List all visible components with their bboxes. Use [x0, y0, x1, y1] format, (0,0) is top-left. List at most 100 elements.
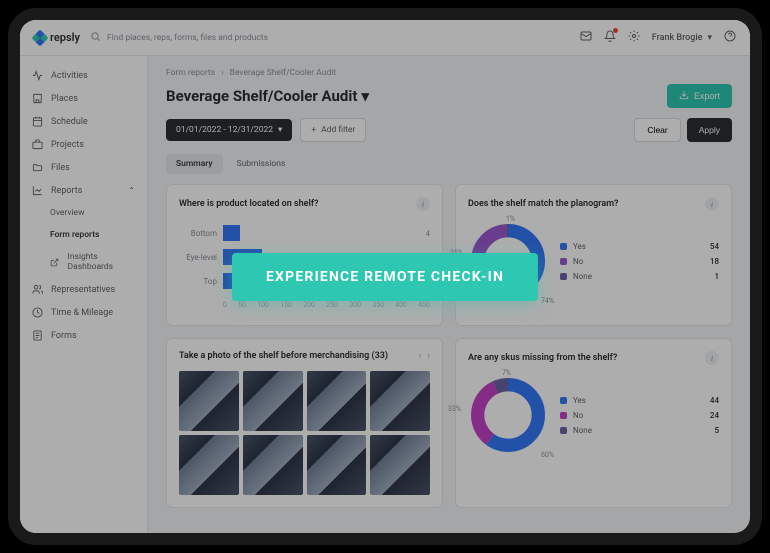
brand-logo[interactable]: repsly [34, 31, 80, 44]
sidebar-item-insights[interactable]: Insights Dashboards [20, 246, 147, 278]
legend-value: 5 [714, 426, 719, 435]
external-link-icon [50, 257, 60, 268]
sidebar-item-activities[interactable]: Activities [20, 64, 147, 87]
legend-dot-icon [560, 273, 567, 280]
page-title-text: Beverage Shelf/Cooler Audit [166, 87, 357, 105]
add-filter-label: Add filter [321, 125, 355, 135]
legend-value: 54 [710, 242, 719, 251]
briefcase-icon [32, 139, 43, 150]
export-button[interactable]: Export [667, 84, 732, 108]
photo-thumbnail[interactable] [370, 371, 430, 431]
info-icon[interactable]: i [705, 197, 719, 211]
cta-button[interactable]: EXPERIENCE REMOTE CHECK-IN [232, 253, 538, 301]
logo-mark-icon [32, 29, 49, 46]
info-icon[interactable]: i [705, 351, 719, 365]
sidebar-item-form-reports[interactable]: Form reports [20, 224, 147, 246]
sidebar-item-schedule[interactable]: Schedule [20, 110, 147, 133]
sidebar-item-time-mileage[interactable]: Time & Mileage [20, 301, 147, 324]
search-icon [90, 31, 101, 45]
photo-thumbnail[interactable] [370, 435, 430, 495]
sidebar-item-overview[interactable]: Overview [20, 202, 147, 224]
clear-button[interactable]: Clear [634, 118, 680, 142]
sidebar-item-label: Representatives [51, 285, 115, 295]
export-label: Export [694, 91, 720, 101]
chevron-right-icon: › [221, 68, 224, 78]
sidebar: Activities Places Schedule Projects File… [20, 56, 148, 533]
card-title: Does the shelf match the planogram? [468, 199, 618, 209]
legend-dot-icon [560, 427, 567, 434]
legend-row: None 1 [560, 269, 719, 284]
axis-tick: 450 [418, 301, 430, 309]
legend-value: 1 [714, 272, 719, 281]
sidebar-item-forms[interactable]: Forms [20, 324, 147, 347]
photo-thumbnail[interactable] [307, 435, 367, 495]
legend-name: No [573, 257, 704, 266]
axis-tick: 350 [372, 301, 384, 309]
tab-submissions[interactable]: Submissions [227, 154, 296, 174]
page-title[interactable]: Beverage Shelf/Cooler Audit ▾ [166, 87, 369, 105]
filter-row: 01/01/2022 - 12/31/2022 ▾ + Add filter C… [166, 118, 732, 142]
settings-icon[interactable] [628, 30, 640, 45]
axis-tick: 100 [257, 301, 269, 309]
download-icon [679, 90, 689, 102]
chevron-left-icon[interactable]: ‹ [419, 351, 422, 361]
apply-button[interactable]: Apply [687, 118, 732, 142]
legend-value: 44 [710, 396, 719, 405]
global-search[interactable]: Find places, reps, forms, files and prod… [90, 31, 570, 45]
tab-summary[interactable]: Summary [166, 154, 223, 174]
pct-label: 33% [448, 405, 461, 413]
photo-thumbnail[interactable] [179, 371, 239, 431]
axis-tick: 0 [223, 301, 227, 309]
legend-row: None 5 [560, 423, 719, 438]
breadcrumb: Form reports › Beverage Shelf/Cooler Aud… [166, 68, 732, 78]
search-placeholder: Find places, reps, forms, files and prod… [107, 33, 268, 43]
info-icon[interactable]: i [416, 197, 430, 211]
sidebar-item-reports[interactable]: Reports ⌃ [20, 179, 147, 202]
sidebar-item-projects[interactable]: Projects [20, 133, 147, 156]
legend: Yes 54 No 18 None [560, 239, 719, 284]
axis-tick: 400 [395, 301, 407, 309]
legend-name: Yes [573, 396, 704, 405]
legend-dot-icon [560, 397, 567, 404]
legend-value: 24 [710, 411, 719, 420]
calendar-icon [32, 116, 43, 127]
card-title: Where is product located on shelf? [179, 199, 318, 209]
axis-tick: 250 [326, 301, 338, 309]
sidebar-item-label: Places [51, 94, 78, 104]
legend-dot-icon [560, 412, 567, 419]
photo-thumbnail[interactable] [243, 371, 303, 431]
help-icon[interactable] [724, 30, 736, 45]
photo-grid [179, 371, 430, 495]
axis-tick: 200 [303, 301, 315, 309]
topbar: repsly Find places, reps, forms, files a… [20, 20, 750, 56]
add-filter-button[interactable]: + Add filter [300, 118, 366, 142]
sidebar-item-files[interactable]: Files [20, 156, 147, 179]
legend-name: Yes [573, 242, 704, 251]
sidebar-item-representatives[interactable]: Representatives [20, 278, 147, 301]
caret-down-icon: ▾ [278, 125, 282, 135]
activity-icon [32, 70, 43, 81]
photo-thumbnail[interactable] [243, 435, 303, 495]
date-range-filter[interactable]: 01/01/2022 - 12/31/2022 ▾ [166, 119, 292, 141]
sidebar-item-places[interactable]: Places [20, 87, 147, 110]
breadcrumb-parent[interactable]: Form reports [166, 68, 215, 78]
pct-label: 74% [541, 297, 554, 305]
card-title: Are any skus missing from the shelf? [468, 353, 617, 363]
sidebar-item-label: Forms [51, 331, 77, 341]
clock-icon [32, 307, 43, 318]
photo-thumbnail[interactable] [307, 371, 367, 431]
card-photos: Take a photo of the shelf before merchan… [166, 338, 443, 508]
chevron-right-icon[interactable]: › [427, 351, 430, 361]
notifications-icon[interactable] [604, 30, 616, 45]
chevron-up-icon: ⌃ [128, 186, 135, 195]
bar-label: Top [179, 277, 217, 286]
user-menu[interactable]: Frank Brogie ▾ [652, 33, 712, 43]
sidebar-item-label: Form reports [50, 230, 99, 240]
mail-icon[interactable] [580, 30, 592, 45]
photo-thumbnail[interactable] [179, 435, 239, 495]
screen: EXPERIENCE REMOTE CHECK-IN repsly Find p… [20, 20, 750, 533]
legend-row: No 18 [560, 254, 719, 269]
sidebar-item-label: Reports [51, 186, 82, 196]
brand-name: repsly [50, 31, 80, 44]
legend: Yes 44 No 24 None [560, 393, 719, 438]
